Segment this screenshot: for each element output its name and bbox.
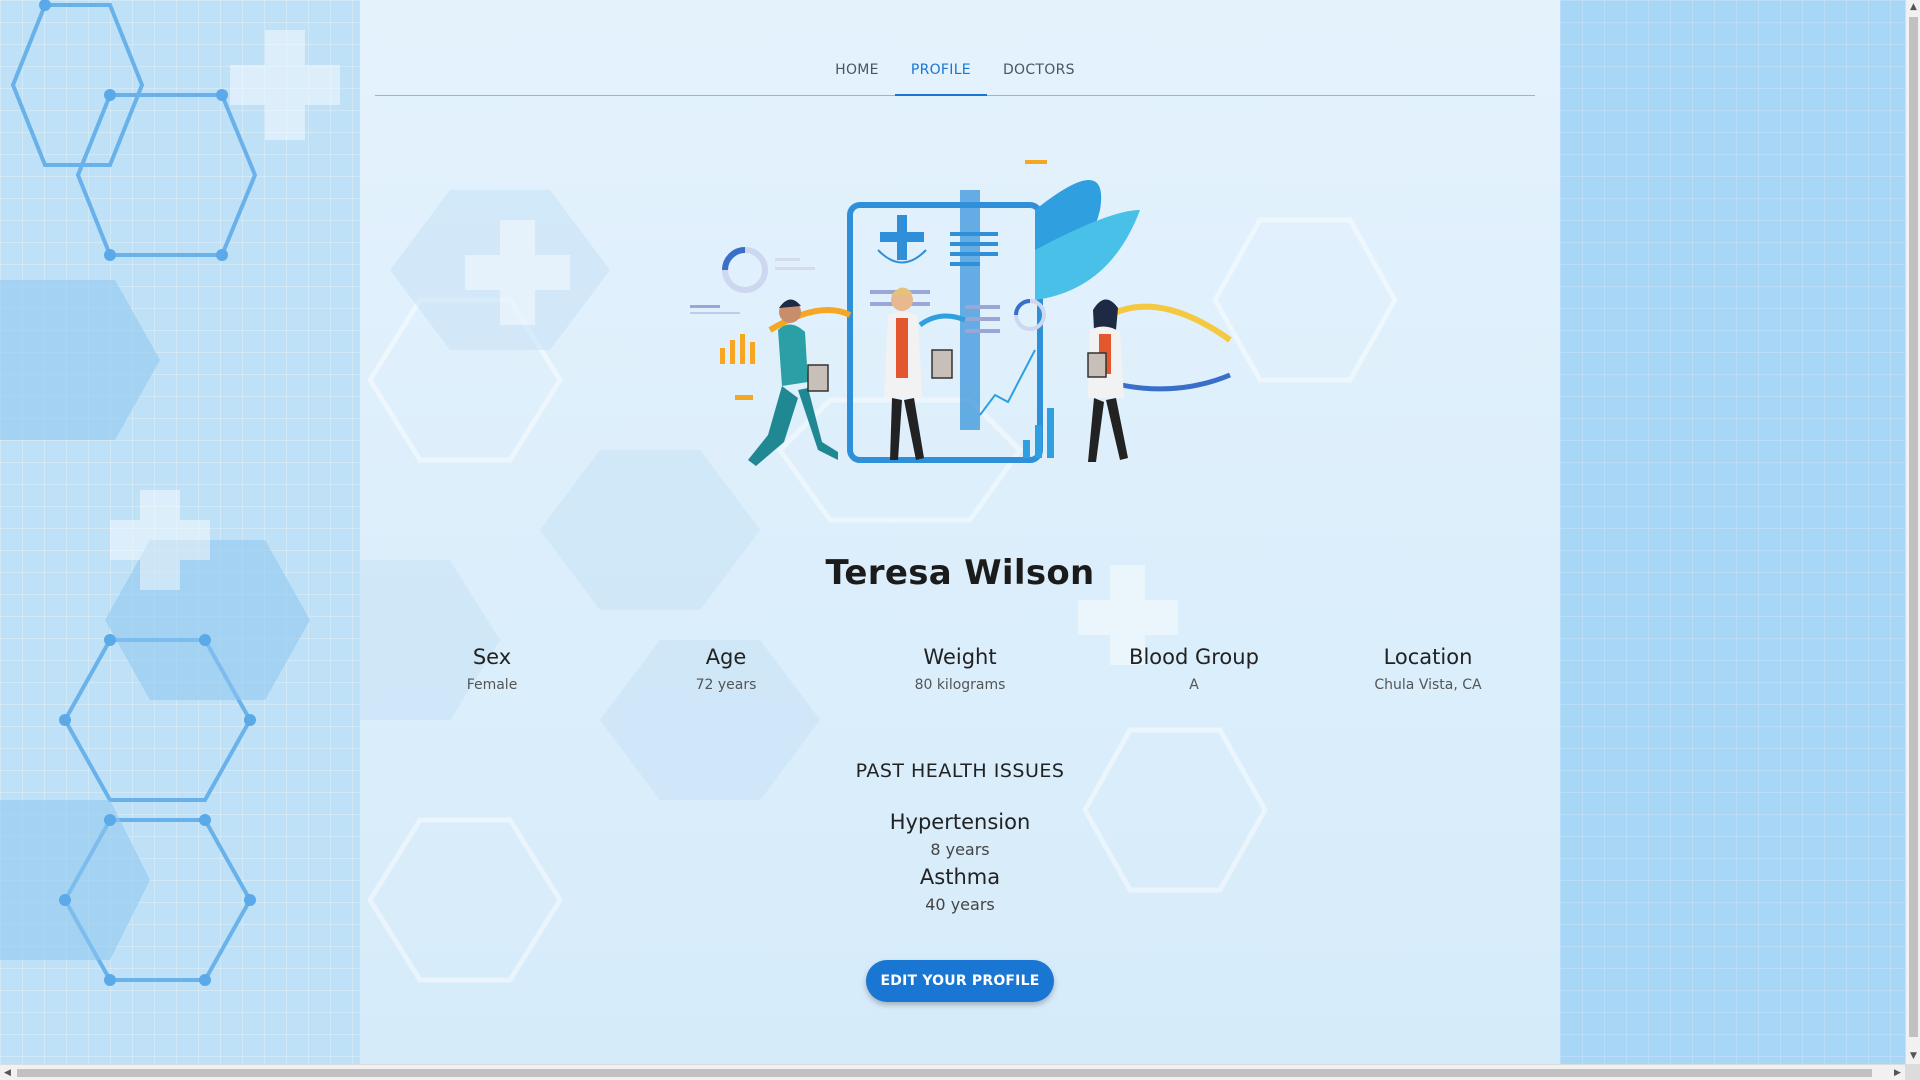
stat-value: A — [1189, 677, 1199, 693]
stat-value: Female — [466, 677, 518, 693]
past-health-issues-heading: PAST HEALTH ISSUES — [855, 760, 1065, 782]
stat-location: Location Chula Vista, CA — [1311, 645, 1545, 693]
stat-blood-group: Blood Group A — [1077, 645, 1311, 693]
list-item: Hypertension 8 years — [360, 810, 1560, 859]
profile-stats: Sex Female Age 72 years Weight 80 kilogr… — [375, 645, 1545, 693]
doctors-team-illustration — [690, 160, 1232, 466]
background-right-panel — [1560, 0, 1905, 1064]
horizontal-scrollbar[interactable]: ◀ ▶ — [0, 1064, 1905, 1080]
issue-name: Asthma — [919, 865, 1001, 889]
profile-name: Teresa Wilson — [825, 553, 1095, 593]
stat-value: 72 years — [695, 677, 757, 693]
scrollbar-corner — [1905, 1064, 1920, 1080]
background-left-panel — [0, 0, 360, 1064]
top-nav: HOME PROFILE DOCTORS — [375, 50, 1535, 96]
hexagon-pattern — [0, 0, 340, 986]
tab-home[interactable]: HOME — [819, 50, 895, 96]
arrow-right-icon[interactable]: ▶ — [1890, 1065, 1905, 1080]
stat-sex: Sex Female — [375, 645, 609, 693]
stat-age: Age 72 years — [609, 645, 843, 693]
stat-label: Weight — [923, 645, 997, 669]
list-item: Asthma 40 years — [360, 865, 1560, 914]
tab-doctors[interactable]: DOCTORS — [987, 50, 1091, 96]
stat-label: Sex — [472, 645, 512, 669]
scrollbar-thumb[interactable] — [17, 1069, 1872, 1077]
stat-label: Age — [705, 645, 747, 669]
scrollbar-thumb[interactable] — [1909, 17, 1918, 1037]
stat-label: Blood Group — [1129, 645, 1259, 669]
vertical-scrollbar[interactable]: ▲ ▼ — [1905, 0, 1920, 1064]
issue-name: Hypertension — [889, 810, 1031, 834]
health-issues-list: Hypertension 8 years Asthma 40 years — [360, 810, 1560, 920]
stat-value: Chula Vista, CA — [1374, 677, 1482, 693]
arrow-down-icon[interactable]: ▼ — [1906, 1049, 1920, 1064]
stat-label: Location — [1383, 645, 1473, 669]
edit-profile-button[interactable]: EDIT YOUR PROFILE — [866, 960, 1054, 1002]
issue-duration: 40 years — [925, 895, 995, 914]
stat-weight: Weight 80 kilograms — [843, 645, 1077, 693]
stat-value: 80 kilograms — [914, 677, 1006, 693]
tab-profile[interactable]: PROFILE — [894, 50, 987, 96]
arrow-up-icon[interactable]: ▲ — [1906, 0, 1920, 15]
issue-duration: 8 years — [930, 840, 990, 859]
arrow-left-icon[interactable]: ◀ — [0, 1065, 15, 1080]
